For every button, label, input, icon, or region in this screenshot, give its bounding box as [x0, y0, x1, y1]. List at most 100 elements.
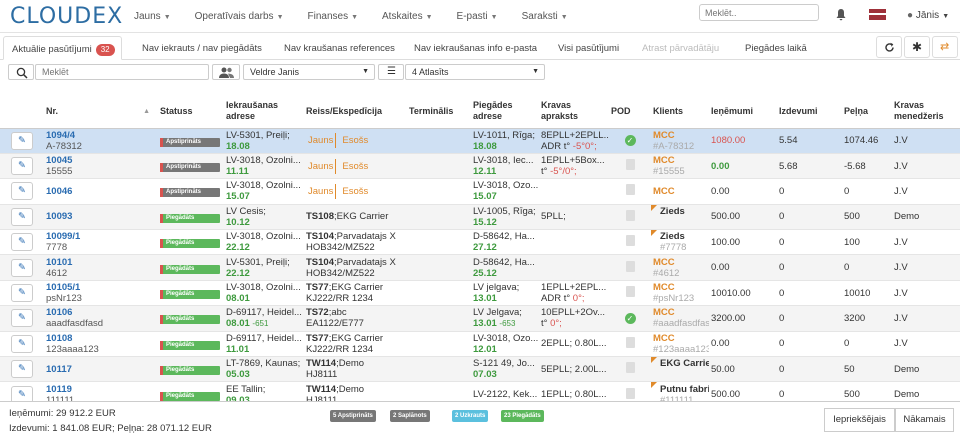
edit-button[interactable]: ✎ — [11, 207, 33, 226]
list-filter-toggle[interactable]: ☰ — [378, 64, 404, 80]
document-icon[interactable] — [625, 235, 635, 247]
client-name[interactable]: Putnu fabri... — [660, 384, 709, 395]
edit-button[interactable]: ✎ — [11, 360, 33, 379]
client-name[interactable]: MCC — [653, 282, 675, 293]
refresh-button[interactable] — [876, 36, 902, 58]
menu-e-pasti[interactable]: E-pasti ▼ — [457, 11, 498, 22]
col-iekrausanas-adrese[interactable]: Iekraušanas adrese — [224, 95, 304, 129]
order-link[interactable]: 10119 — [46, 384, 72, 395]
trip-number[interactable]: TS104 — [306, 257, 334, 268]
client-name[interactable]: EKG Carrier — [660, 358, 709, 369]
trip-tag-new[interactable]: Jauns — [306, 158, 337, 174]
order-link[interactable]: 10099/1 — [46, 231, 80, 242]
table-row[interactable]: ✎ 10101 4612 Piegādāts LV-5301, Preiļi; 22.12… — [0, 254, 960, 281]
col-menedzeris[interactable]: Kravas menedžeris — [892, 95, 960, 129]
order-link[interactable]: 1094/4 — [46, 130, 75, 141]
table-row[interactable]: ✎ 10046 Apstiprināts LV-3018, Ozolni... 15.0… — [0, 178, 960, 205]
col-piegades-adrese[interactable]: Piegādes adrese — [471, 95, 539, 129]
tab-piegades-laika[interactable]: Piegādes laikā — [745, 36, 807, 60]
orders-search-input[interactable] — [35, 64, 209, 80]
trip-number[interactable]: TW114 — [306, 358, 336, 369]
trip-number[interactable]: TS77 — [306, 333, 329, 344]
tab-nav-iekrauts[interactable]: Nav iekrauts / nav piegādāts — [142, 36, 262, 60]
language-flag-icon[interactable] — [869, 9, 886, 20]
table-row[interactable]: ✎ 10117 Piegādāts LT-7869, Kaunas; 05.03 TW11… — [0, 356, 960, 383]
menu-atskaites[interactable]: Atskaites ▼ — [382, 11, 433, 22]
tab-visi-pasutijumi[interactable]: Visi pasūtījumi — [558, 36, 619, 60]
trip-tag-existing[interactable]: Esošs — [340, 133, 370, 148]
table-row[interactable]: ✎ 10106 aaadfasdfasd Piegādāts D-69117, Heid… — [0, 305, 960, 332]
tab-nav-krausanas-references[interactable]: Nav kraušanas references — [284, 36, 395, 60]
trip-tag-new[interactable]: Jauns — [306, 133, 337, 149]
trip-tag-existing[interactable]: Esošs — [340, 159, 370, 174]
table-row[interactable]: ✎ 10093 Piegādāts LV Cesis; 10.12 TS108;EKG C… — [0, 204, 960, 231]
table-row[interactable]: ✎ 10045 15555 Apstiprināts LV-3018, Ozolni..… — [0, 153, 960, 180]
menu-jauns[interactable]: Jauns ▼ — [134, 11, 171, 22]
order-link[interactable]: 10045 — [46, 155, 72, 166]
col-ienemumi[interactable]: Ieņēmumi — [709, 95, 777, 129]
col-statuss[interactable]: Statuss — [158, 95, 224, 129]
edit-button[interactable]: ✎ — [11, 182, 33, 201]
manager-filter-toggle[interactable] — [212, 64, 240, 80]
order-link[interactable]: 10106 — [46, 307, 72, 318]
table-row[interactable]: ✎ 10108 123aaaa123 Piegādāts D-69117, Heidel… — [0, 331, 960, 358]
document-icon[interactable] — [625, 209, 635, 221]
legend-2[interactable]: 2 Uzkrauts — [452, 410, 489, 422]
document-icon[interactable] — [625, 362, 635, 374]
tab-aktualie[interactable]: Aktuālie pasūtījumi 32 — [3, 36, 122, 60]
trip-number[interactable]: TS108 — [306, 211, 334, 222]
legend-3[interactable]: 23 Piegādāts — [501, 410, 544, 422]
trip-number[interactable]: TS104 — [306, 231, 334, 242]
col-pelna[interactable]: Peļņa — [842, 95, 892, 129]
col-reiss[interactable]: Reiss/Ekspedīcija — [304, 95, 407, 129]
order-link[interactable]: 10105/1 — [46, 282, 80, 293]
user-menu[interactable]: ● Jānis ▼ — [907, 10, 949, 21]
order-link[interactable]: 10101 — [46, 257, 72, 268]
edit-button[interactable]: ✎ — [11, 131, 33, 150]
swap-button[interactable]: ⇄ — [932, 36, 958, 58]
legend-1[interactable]: 2 Saplānots — [390, 410, 430, 422]
document-icon[interactable] — [625, 336, 635, 348]
edit-button[interactable]: ✎ — [11, 334, 33, 353]
menu-operativais-darbs[interactable]: Operatīvais darbs ▼ — [195, 11, 284, 22]
client-name[interactable]: MCC — [653, 333, 675, 344]
client-name[interactable]: MCC — [653, 257, 675, 268]
client-name[interactable]: Zieds — [660, 206, 685, 217]
menu-saraksti[interactable]: Saraksti ▼ — [522, 11, 568, 22]
order-link[interactable]: 10117 — [46, 364, 72, 375]
order-link[interactable]: 10046 — [46, 186, 72, 197]
status-multiselect[interactable]: 4 Atlasīts ▼ — [405, 64, 545, 80]
next-page-button[interactable]: Nākamais — [895, 408, 954, 432]
col-kravas-apraksts[interactable]: Kravas apraksts — [539, 95, 609, 129]
manager-select[interactable]: Veldre Janis ▼ — [243, 64, 375, 80]
col-pod[interactable]: POD — [609, 95, 651, 129]
table-row[interactable]: ✎ 10099/1 7778 Piegādāts LV-3018, Ozolni... 2… — [0, 229, 960, 256]
trip-tag-existing[interactable]: Esošs — [340, 184, 370, 199]
document-icon[interactable] — [625, 184, 635, 196]
table-row[interactable]: ✎ 10105/1 psNr123 Piegādāts LV-3018, Ozolni.… — [0, 280, 960, 307]
trip-number[interactable]: TW114 — [306, 384, 336, 395]
check-circle-icon[interactable]: ✓ — [624, 135, 636, 147]
client-name[interactable]: Zieds — [660, 231, 685, 242]
trip-number[interactable]: TS72 — [306, 307, 329, 318]
edit-button[interactable]: ✎ — [11, 157, 33, 176]
client-name[interactable]: MCC — [653, 307, 675, 318]
client-name[interactable]: MCC — [653, 186, 675, 197]
bell-icon[interactable] — [836, 9, 846, 21]
search-button[interactable] — [8, 64, 34, 80]
table-row[interactable]: ✎ 1094/4 A-78312 Apstiprināts LV-5301, Preiļ… — [0, 128, 960, 154]
order-link[interactable]: 10093 — [46, 211, 72, 222]
client-name[interactable]: MCC — [653, 155, 675, 166]
col-nr[interactable]: Nr. ▲ — [44, 95, 158, 129]
edit-button[interactable]: ✎ — [11, 284, 33, 303]
settings-button[interactable]: ✱ — [904, 36, 930, 58]
previous-page-button[interactable]: Iepriekšējais — [824, 408, 895, 432]
global-search-input[interactable] — [699, 4, 819, 21]
edit-button[interactable]: ✎ — [11, 233, 33, 252]
check-circle-icon[interactable]: ✓ — [624, 312, 636, 324]
document-icon[interactable] — [625, 159, 635, 171]
col-terminalis[interactable]: Terminālis — [407, 95, 471, 129]
menu-finanses[interactable]: Finanses ▼ — [308, 11, 359, 22]
trip-number[interactable]: TS77 — [306, 282, 329, 293]
edit-button[interactable]: ✎ — [11, 258, 33, 277]
